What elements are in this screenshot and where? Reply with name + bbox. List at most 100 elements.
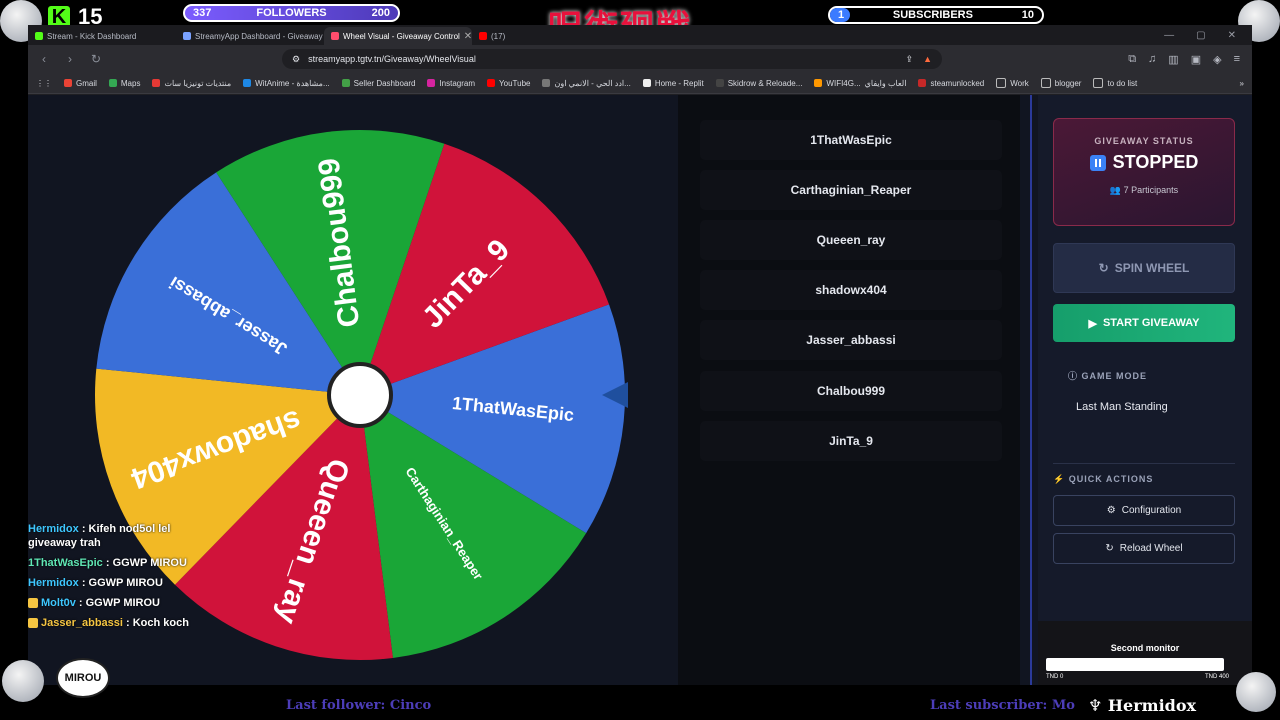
info-icon: ⓘ — [1068, 371, 1079, 381]
kick-icon: ♆ — [1088, 696, 1103, 715]
quick-actions-label-text: QUICK ACTIONS — [1068, 474, 1154, 484]
apps-grid-icon[interactable]: ⋮⋮ — [36, 79, 52, 88]
chat-message: Hermidox : GGWP MIROU — [28, 576, 206, 590]
bookmark-folder-blogger[interactable]: blogger — [1040, 78, 1081, 88]
tab-streamyapp-dashboard[interactable]: StreamyApp Dashboard - Giveaway C — [176, 27, 324, 45]
folder-icon — [1040, 78, 1051, 88]
bookmark-gmail[interactable]: Gmail — [64, 79, 97, 88]
close-tab-icon[interactable]: ✕ — [464, 31, 472, 42]
address-bar-row: ‹ › ↻ ⚙ streamyapp.tgtv.tn/Giveaway/Whee… — [28, 45, 1252, 73]
start-giveaway-button[interactable]: ▶ START GIVEAWAY — [1053, 304, 1235, 342]
donation-max: TND 400 — [1205, 674, 1230, 680]
bookmark-folder-todo[interactable]: to do list — [1093, 78, 1137, 88]
bookmarks-bar: ⋮⋮ Gmail Maps منتديات تونيزيا سات WitAni… — [28, 73, 1252, 94]
share-icon[interactable]: ⇪ — [906, 54, 914, 65]
wallet-icon[interactable]: ▣ — [1191, 53, 1201, 66]
bookmark-seller-dashboard[interactable]: Seller Dashboard — [341, 78, 416, 88]
corner-avatar-bottom-left — [2, 660, 44, 702]
streamer-name: ♆ Hermidox — [1088, 696, 1196, 715]
brave-shield-icon[interactable]: ▲ — [923, 54, 932, 65]
participant-row: 1ThatWasEpic — [700, 120, 1002, 160]
configuration-label: Configuration — [1121, 505, 1182, 516]
tab-youtube[interactable]: (17) — [472, 27, 522, 45]
bookmark-replit[interactable]: Home - Replit — [642, 78, 704, 88]
streamyapp-tab-icon — [183, 32, 191, 40]
play-icon: ▶ — [1088, 317, 1097, 330]
participants-count-text: 7 Participants — [1123, 185, 1179, 195]
bookmark-label: to do list — [1107, 78, 1138, 88]
donation-progress-bar — [1046, 658, 1224, 671]
game-mode-label: ⓘ GAME MODE — [1068, 369, 1147, 382]
chat-text: : GGWP MIROU — [105, 557, 187, 569]
bookmark-label: Home - Replit — [654, 78, 704, 88]
youtube-icon — [487, 79, 496, 87]
reload-label: Reload Wheel — [1119, 543, 1183, 554]
bookmark-label: Skidrow & Reloade... — [727, 78, 803, 88]
bookmark-label: Seller Dashboard — [353, 78, 416, 88]
game-mode-value: Last Man Standing — [1076, 401, 1168, 413]
bookmark-label: منتديات تونيزيا سات — [164, 78, 232, 88]
badge-icon — [28, 598, 38, 609]
chat-username: Hermidox — [28, 577, 79, 589]
configuration-button[interactable]: ⚙ Configuration — [1053, 495, 1235, 526]
bookmark-label: Maps — [120, 78, 141, 88]
url-bar[interactable]: ⚙ streamyapp.tgtv.tn/Giveaway/WheelVisua… — [282, 49, 942, 69]
menu-icon[interactable]: ≡ — [1234, 53, 1240, 66]
forward-icon[interactable]: › — [62, 52, 78, 66]
url-text: streamyapp.tgtv.tn/Giveaway/WheelVisual — [308, 54, 476, 64]
bookmark-steamunlocked[interactable]: steamunlocked — [918, 79, 984, 88]
chat-message: Jasser_abbassi : Koch koch — [28, 616, 206, 630]
tab-label: Wheel Visual - Giveaway Control — [343, 31, 460, 41]
bookmark-witanime[interactable]: WitAnime - مشاهدة... — [243, 79, 330, 88]
maps-icon — [108, 79, 117, 87]
tab-wheel-visual[interactable]: Wheel Visual - Giveaway Control ✕ — [324, 27, 472, 45]
followers-label: FOLLOWERS — [256, 7, 327, 19]
bookmark-label: Instagram — [439, 78, 476, 88]
instagram-icon — [427, 79, 436, 87]
spin-wheel-button[interactable]: ↻ SPIN WHEEL — [1053, 243, 1235, 293]
giveaway-status-card: GIVEAWAY STATUS STOPPED 👥 7 Participants — [1053, 118, 1235, 226]
tab-kick-dashboard[interactable]: Stream - Kick Dashboard — [28, 27, 176, 45]
bookmark-maps[interactable]: Maps — [108, 78, 141, 88]
page-content: 1ThatWasEpic Carthaginian_Reaper Queeen_ra… — [28, 95, 1252, 685]
bookmark-wifi4g[interactable]: WIFI4G... العاب وايفاي — [814, 79, 906, 88]
close-window-icon[interactable]: ✕ — [1228, 30, 1236, 41]
bookmark-instagram[interactable]: Instagram — [427, 79, 475, 88]
site-info-icon[interactable]: ⚙ — [292, 54, 300, 65]
sidebar-icon[interactable]: ▥ — [1168, 53, 1178, 66]
seller-icon — [341, 79, 350, 87]
chat-message: 1ThatWasEpic : GGWP MIROU — [28, 556, 206, 570]
extension-icons: ⧉ ♫ ▥ ▣ ◈ ≡ — [1128, 53, 1244, 66]
status-value: STOPPED — [1054, 152, 1234, 173]
tab-label: StreamyApp Dashboard - Giveaway C — [195, 31, 324, 41]
reload-icon[interactable]: ↻ — [88, 52, 104, 66]
back-icon[interactable]: ‹ — [36, 52, 52, 66]
tab-label: Stream - Kick Dashboard — [47, 31, 137, 41]
chat-message: Molt0v : GGWP MIROU — [28, 596, 206, 610]
more-bookmarks-icon[interactable]: » — [1240, 79, 1244, 88]
followers-goal-bar: 337 FOLLOWERS 200 — [183, 4, 400, 22]
media-icon[interactable]: ♫ — [1148, 53, 1156, 66]
participant-row: Chalbou999 — [700, 371, 1002, 411]
bookmark-anime-online[interactable]: ادد الحي - الانمي اون... — [542, 79, 631, 88]
mirou-logo: MIROU — [56, 658, 110, 698]
start-label: START GIVEAWAY — [1102, 317, 1200, 329]
extensions-icon[interactable]: ⧉ — [1128, 53, 1136, 66]
participant-row: JinTa_9 — [700, 421, 1002, 461]
bookmark-folder-work[interactable]: Work — [996, 78, 1029, 88]
bookmark-label: Gmail — [76, 78, 97, 88]
bookmark-tunisia-sat[interactable]: منتديات تونيزيا سات — [152, 79, 231, 88]
tab-strip: Stream - Kick Dashboard StreamyApp Dashb… — [28, 25, 1252, 45]
vpn-icon[interactable]: ◈ — [1213, 53, 1221, 66]
maximize-icon[interactable]: ▢ — [1196, 30, 1205, 41]
corner-avatar-bottom-right — [1236, 672, 1276, 712]
wheel-tab-icon — [331, 32, 339, 40]
subscribers-goal: 10 — [1021, 9, 1034, 21]
control-panel: GIVEAWAY STATUS STOPPED 👥 7 Participants… — [1038, 95, 1252, 685]
folder-icon — [996, 78, 1007, 88]
bookmark-youtube[interactable]: YouTube — [487, 79, 530, 88]
bookmark-skidrow[interactable]: Skidrow & Reloade... — [715, 78, 803, 88]
reload-wheel-button[interactable]: ↻ Reload Wheel — [1053, 533, 1235, 564]
minimize-icon[interactable]: — — [1164, 30, 1174, 41]
bolt-icon: ⚡ — [1053, 474, 1066, 484]
